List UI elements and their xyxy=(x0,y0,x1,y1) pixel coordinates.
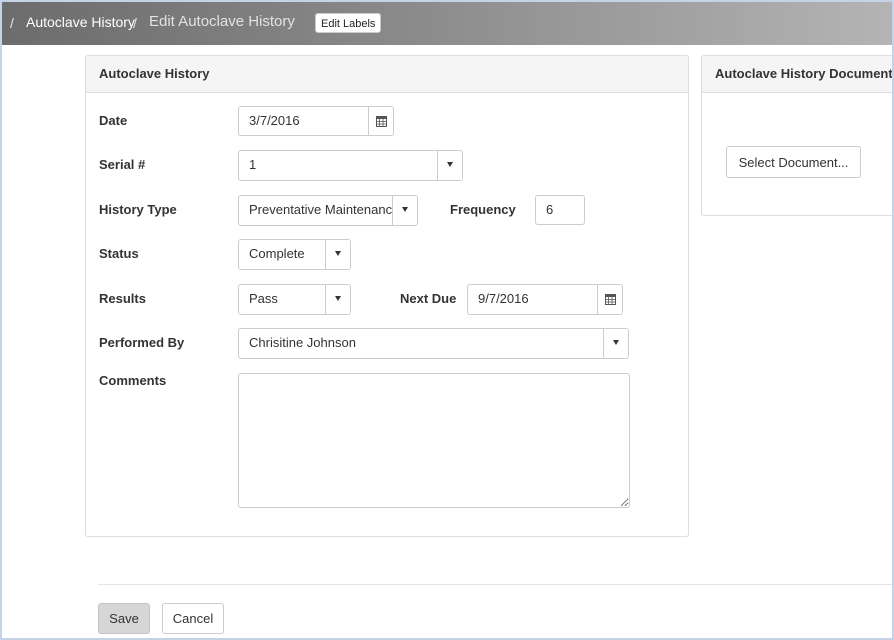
calendar-icon xyxy=(375,115,387,127)
performed-by-label: Performed By xyxy=(99,335,185,350)
documents-panel: Autoclave History Documents Select Docum… xyxy=(701,55,894,216)
serial-select[interactable]: 1 xyxy=(238,150,463,181)
calendar-icon xyxy=(604,293,616,305)
save-button[interactable]: Save xyxy=(98,603,150,634)
breadcrumb-separator: / xyxy=(133,15,137,31)
comments-textarea[interactable] xyxy=(238,373,630,508)
results-select[interactable]: Pass xyxy=(238,284,351,315)
history-type-label: History Type xyxy=(99,202,177,217)
date-value: 3/7/2016 xyxy=(249,113,300,128)
page-title: Edit Autoclave History xyxy=(149,13,295,30)
serial-label: Serial # xyxy=(99,157,146,172)
frequency-input[interactable]: 6 xyxy=(535,195,585,225)
autoclave-history-panel: Autoclave History Date 3/7/2016 Serial #… xyxy=(85,55,689,537)
status-value: Complete xyxy=(249,246,305,261)
breadcrumb-separator: / xyxy=(10,15,14,31)
select-document-button[interactable]: Select Document... xyxy=(726,146,861,178)
frequency-label: Frequency xyxy=(450,202,516,217)
edit-labels-button[interactable]: Edit Labels xyxy=(315,13,382,33)
comments-label: Comments xyxy=(99,373,167,388)
history-type-value: Preventative Maintenance xyxy=(249,202,400,217)
performed-by-value: Chrisitine Johnson xyxy=(249,335,356,350)
next-due-field[interactable]: 9/7/2016 xyxy=(467,284,623,315)
serial-dropdown-button[interactable] xyxy=(437,151,462,180)
frequency-value: 6 xyxy=(546,202,554,217)
history-type-select[interactable]: Preventative Maintenance xyxy=(238,195,418,226)
results-label: Results xyxy=(99,291,146,306)
documents-panel-title: Autoclave History Documents xyxy=(702,56,894,93)
chevron-down-icon xyxy=(447,162,453,168)
date-field[interactable]: 3/7/2016 xyxy=(238,106,394,136)
footer-divider xyxy=(98,584,894,585)
next-due-value: 9/7/2016 xyxy=(478,291,529,306)
performed-by-select[interactable]: Chrisitine Johnson xyxy=(238,328,629,359)
status-dropdown-button[interactable] xyxy=(325,240,350,269)
date-calendar-button[interactable] xyxy=(368,107,393,135)
chevron-down-icon xyxy=(335,296,341,302)
chevron-down-icon xyxy=(335,251,341,257)
status-select[interactable]: Complete xyxy=(238,239,351,270)
serial-value: 1 xyxy=(249,157,257,172)
breadcrumb-link-autoclave-history[interactable]: Autoclave History xyxy=(26,14,135,30)
chevron-down-icon xyxy=(613,340,619,346)
breadcrumb: / Autoclave History / Edit Autoclave His… xyxy=(2,2,892,45)
results-dropdown-button[interactable] xyxy=(325,285,350,314)
results-value: Pass xyxy=(249,291,278,306)
history-type-dropdown-button[interactable] xyxy=(392,196,417,225)
chevron-down-icon xyxy=(402,207,408,213)
status-label: Status xyxy=(99,246,139,261)
next-due-calendar-button[interactable] xyxy=(597,285,622,314)
performed-by-dropdown-button[interactable] xyxy=(603,329,628,358)
panel-title: Autoclave History xyxy=(86,56,688,93)
date-label: Date xyxy=(99,113,128,128)
next-due-label: Next Due xyxy=(400,291,457,306)
cancel-button[interactable]: Cancel xyxy=(162,603,224,634)
